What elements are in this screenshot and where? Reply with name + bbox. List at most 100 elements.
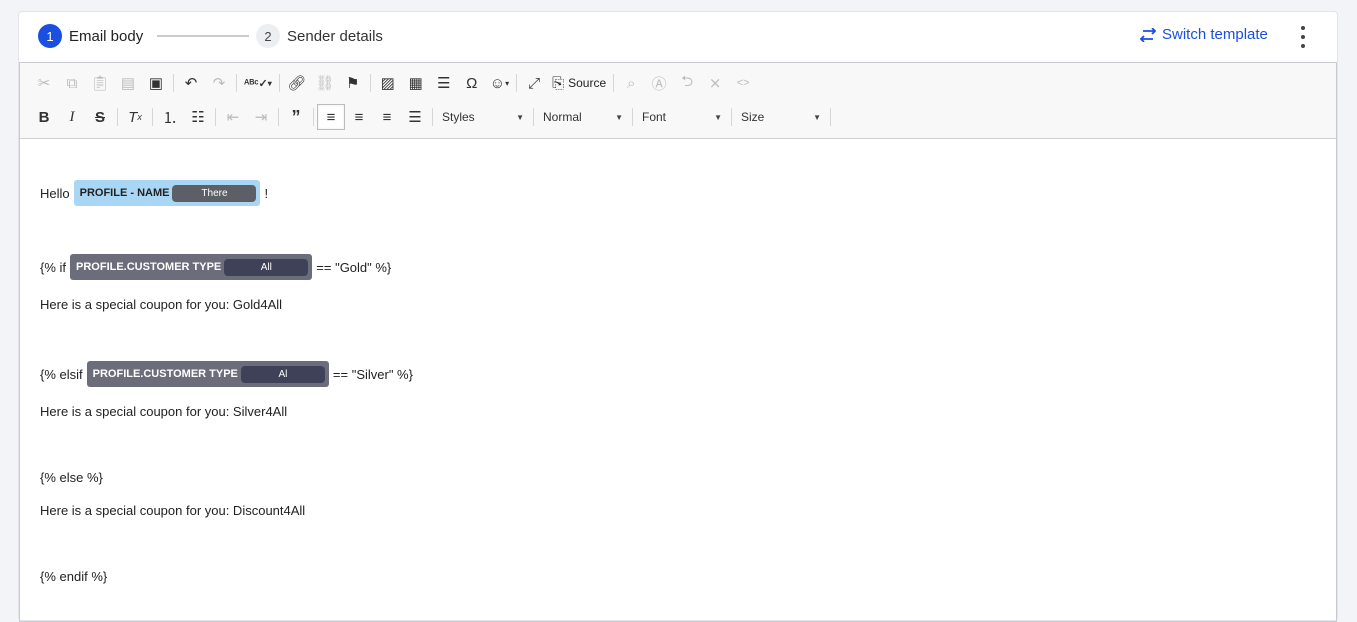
gold-coupon-line: Here is a special coupon for you: Gold4A… (40, 291, 282, 317)
merge-tag-default-value: All (224, 258, 309, 276)
align-right-icon[interactable]: ≡ (373, 104, 401, 130)
numbered-list-icon[interactable]: ⒈ (156, 104, 184, 130)
italic-icon[interactable]: I (58, 104, 86, 130)
remove-format-icon[interactable]: Tx (121, 104, 149, 130)
merge-tag-default-value: Al (240, 365, 325, 383)
styles-dropdown-label: Styles (442, 110, 475, 124)
step-email-body[interactable]: 1 Email body (38, 24, 143, 48)
table-icon[interactable]: ▦ (402, 70, 430, 96)
toolbar-row-1: ✂ ⧉ 📋︎ ▤ ▣ ↶ ↷ ᴬᴮᶜ✓ ▾ 🔗︎ ⛓ ⚑ ▨ ▦ ☰ Ω ☺▾ (30, 69, 757, 97)
elsif-suffix: == "Silver" %} (332, 366, 413, 382)
align-left-icon[interactable]: ≡ (317, 104, 345, 130)
if-prefix: {% if (40, 259, 67, 275)
code-tag-icon[interactable]: <> (729, 70, 757, 96)
rich-text-editor: ✂ ⧉ 📋︎ ▤ ▣ ↶ ↷ ᴬᴮᶜ✓ ▾ 🔗︎ ⛓ ⚑ ▨ ▦ ☰ Ω ☺▾ (19, 62, 1337, 622)
merge-tag-customer-type[interactable]: PROFILE.CUSTOMER TYPE Al (86, 361, 329, 387)
horizontal-line-icon[interactable]: ☰ (430, 70, 458, 96)
stepper: 1 Email body 2 Sender details Switch tem… (19, 12, 1337, 62)
indent-icon[interactable]: ⇥ (247, 104, 275, 130)
toolbar-row-2: B I S Tx ⒈ ☷ ⇤ ⇥ ” ≡ ≡ ≡ ☰ Styles ▼ Norm… (30, 103, 834, 131)
paste-word-icon[interactable]: ▣ (142, 70, 170, 96)
toolbar-separator (632, 108, 633, 126)
else-line: {% else %} (40, 464, 103, 490)
discount-coupon-line: Here is a special coupon for you: Discou… (40, 497, 305, 523)
justify-icon[interactable]: ☰ (401, 104, 429, 130)
step-sender-details[interactable]: 2 Sender details (256, 24, 383, 48)
chevron-down-icon: ▼ (813, 112, 821, 122)
format-dropdown[interactable]: Normal ▼ (537, 104, 629, 130)
paste-icon[interactable]: 📋︎ (86, 70, 114, 96)
if-suffix: == "Gold" %} (316, 259, 392, 275)
step-number: 1 (38, 24, 62, 48)
replace-icon[interactable]: Ⓐ (645, 70, 673, 96)
email-template-card: 1 Email body 2 Sender details Switch tem… (18, 11, 1338, 622)
strikethrough-icon[interactable]: S (86, 104, 114, 130)
size-dropdown-label: Size (741, 110, 765, 124)
chevron-down-icon: ▼ (714, 112, 722, 122)
link-icon[interactable]: 🔗︎ (283, 70, 311, 96)
emoji-icon[interactable]: ☺ ▾ (486, 70, 513, 96)
bulleted-list-icon[interactable]: ☷ (184, 104, 212, 130)
endif-line: {% endif %} (40, 563, 107, 589)
greeting-prefix: Hello (40, 185, 70, 201)
anchor-flag-icon[interactable]: ⚑ (339, 70, 367, 96)
silver-coupon-text: Here is a special coupon for you: Silver… (40, 403, 288, 419)
remove-merge-icon[interactable]: ⨯ (701, 70, 729, 96)
chevron-down-icon: ▼ (516, 112, 524, 122)
toolbar-separator (117, 108, 118, 126)
toolbar-separator (731, 108, 732, 126)
switch-template-label: Switch template (1162, 26, 1268, 43)
source-label: Source (568, 76, 607, 90)
greeting-suffix: ! (264, 185, 269, 201)
more-vertical-icon[interactable] (1295, 26, 1311, 48)
source-code-icon: ⎘ (552, 74, 565, 92)
size-dropdown[interactable]: Size ▼ (735, 104, 827, 130)
elsif-prefix: {% elsif (40, 366, 83, 382)
styles-dropdown[interactable]: Styles ▼ (436, 104, 530, 130)
align-center-icon[interactable]: ≡ (345, 104, 373, 130)
font-dropdown[interactable]: Font ▼ (636, 104, 728, 130)
toolbar-separator (533, 108, 534, 126)
toolbar-separator (830, 108, 831, 126)
toolbar-separator (516, 74, 518, 92)
toolbar-separator (313, 108, 314, 126)
else-text: {% else %} (40, 469, 103, 485)
toolbar-separator (236, 74, 237, 92)
swap-arrows-icon (1139, 27, 1157, 42)
source-button[interactable]: ⎘ Source (548, 70, 610, 96)
toolbar-separator (432, 108, 433, 126)
cut-icon[interactable]: ✂ (30, 70, 58, 96)
toolbar-separator (173, 74, 174, 92)
outdent-icon[interactable]: ⇤ (219, 104, 247, 130)
unlink-icon[interactable]: ⛓ (311, 70, 339, 96)
merge-tag-profile-name[interactable]: PROFILE - NAME There (73, 180, 261, 206)
find-icon[interactable]: ⌕ (617, 70, 645, 96)
spellcheck-icon[interactable]: ᴬᴮᶜ✓ ▾ (240, 70, 276, 96)
toolbar-separator (278, 74, 280, 92)
switch-template-button[interactable]: Switch template (1139, 26, 1268, 43)
toolbar-separator (215, 108, 216, 126)
image-icon[interactable]: ▨ (374, 70, 402, 96)
blockquote-icon[interactable]: ” (282, 104, 310, 130)
paste-text-icon[interactable]: ▤ (114, 70, 142, 96)
bold-icon[interactable]: B (30, 104, 58, 130)
copy-icon[interactable]: ⧉ (58, 70, 86, 96)
special-char-icon[interactable]: Ω (458, 70, 486, 96)
step-label: Sender details (287, 27, 383, 45)
font-dropdown-label: Font (642, 110, 667, 124)
discount-coupon-text: Here is a special coupon for you: Discou… (40, 502, 306, 518)
gold-coupon-text: Here is a special coupon for you: Gold4A… (40, 296, 283, 312)
undo-icon[interactable]: ↶ (177, 70, 205, 96)
editor-toolbar: ✂ ⧉ 📋︎ ▤ ▣ ↶ ↷ ᴬᴮᶜ✓ ▾ 🔗︎ ⛓ ⚑ ▨ ▦ ☰ Ω ☺▾ (20, 63, 1336, 139)
merge-tag-customer-type[interactable]: PROFILE.CUSTOMER TYPE All (70, 254, 313, 280)
elsif-line: {% elsif PROFILE.CUSTOMER TYPE Al == "Silve… (40, 361, 413, 387)
merge-tag-label: PROFILE.CUSTOMER TYPE (92, 368, 238, 380)
toolbar-separator (152, 108, 153, 126)
insert-merge-icon[interactable]: ⮌ (673, 70, 701, 96)
format-dropdown-label: Normal (543, 110, 582, 124)
redo-icon[interactable]: ↷ (205, 70, 233, 96)
endif-text: {% endif %} (40, 568, 108, 584)
step-label: Email body (69, 27, 144, 45)
maximize-icon[interactable]: ⤢ (520, 70, 548, 96)
silver-coupon-line: Here is a special coupon for you: Silver… (40, 398, 287, 424)
